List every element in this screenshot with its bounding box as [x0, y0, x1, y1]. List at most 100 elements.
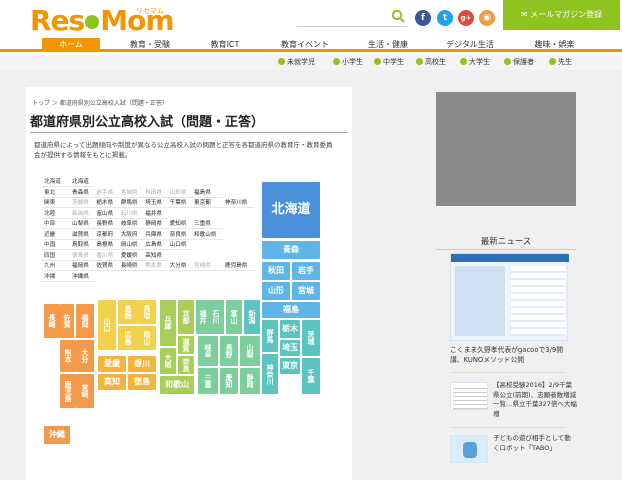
prefecture-link[interactable]: 長崎県 — [118, 260, 144, 271]
prefecture-link[interactable]: 岐阜県 — [118, 218, 144, 229]
prefecture-link[interactable]: 山口県 — [167, 239, 193, 250]
map-okinawa[interactable]: 沖縄 — [44, 426, 70, 444]
news-thumbnail[interactable] — [450, 435, 488, 463]
search-icon[interactable] — [391, 9, 405, 23]
map-toyama[interactable]: 富山 — [226, 300, 242, 334]
map-gifu[interactable]: 岐阜 — [198, 336, 218, 366]
prefecture-link[interactable]: 長野県 — [94, 218, 119, 229]
ad-banner[interactable] — [436, 92, 576, 206]
prefecture-link[interactable]: 富山県 — [94, 207, 119, 219]
map-gunma[interactable]: 群馬 — [262, 320, 278, 352]
prefecture-link[interactable]: 高知県 — [143, 249, 168, 261]
prefecture-link[interactable]: 東京都 — [192, 197, 223, 208]
map-saitama[interactable]: 埼玉 — [280, 340, 300, 356]
prefecture-link[interactable]: 千葉県 — [167, 197, 193, 208]
nav-education-event[interactable]: 教育イベント — [270, 38, 340, 52]
subnav-teachers[interactable]: 先生 — [549, 55, 572, 70]
map-tochigi[interactable]: 栃木 — [280, 320, 300, 338]
prefecture-link[interactable]: 愛媛県 — [118, 249, 144, 261]
news-item-title[interactable]: 【高校受験2016】2/9千葉県公立(前期)、志願者数増減一覧…県立千葉327倍… — [493, 381, 578, 419]
map-yamagata[interactable]: 山形 — [262, 282, 290, 300]
map-oita[interactable]: 大分 — [76, 340, 94, 372]
map-akita[interactable]: 秋田 — [262, 262, 290, 280]
prefecture-link[interactable]: 埼玉県 — [143, 197, 168, 208]
map-kagoshima[interactable]: 鹿児島 — [60, 374, 76, 408]
prefecture-link[interactable]: 群馬県 — [118, 197, 144, 208]
map-shiga[interactable]: 滋賀 — [178, 336, 194, 354]
subnav-parents[interactable]: 保護者 — [504, 55, 534, 70]
subnav-preschool[interactable]: 未就学児 — [278, 55, 315, 70]
map-kyoto[interactable]: 京都 — [178, 300, 194, 334]
news-thumbnail[interactable] — [450, 382, 488, 410]
prefecture-link[interactable]: 山梨県 — [70, 218, 95, 229]
map-miyazaki[interactable]: 宮崎 — [76, 374, 94, 408]
twitter-icon[interactable]: t — [437, 10, 453, 26]
map-ehime[interactable]: 愛媛 — [98, 356, 126, 372]
map-nagano[interactable]: 長野 — [220, 336, 238, 366]
map-fukui[interactable]: 福井 — [196, 300, 210, 334]
map-hyogo[interactable]: 兵庫 — [160, 300, 176, 346]
nav-hobby[interactable]: 趣味・娯楽 — [522, 38, 587, 52]
nav-education-ict[interactable]: 教育ICT — [195, 38, 255, 52]
map-saga[interactable]: 佐賀 — [60, 304, 74, 338]
facebook-icon[interactable]: f — [415, 10, 431, 26]
prefecture-link[interactable]: 京都府 — [94, 228, 119, 240]
nav-education[interactable]: 教育・受験 — [115, 38, 185, 52]
prefecture-link[interactable]: 福井県 — [143, 207, 168, 219]
nav-home[interactable]: ホーム — [42, 38, 100, 52]
prefecture-link[interactable]: 佐賀県 — [94, 260, 119, 271]
prefecture-link[interactable]: 鳥取県 — [70, 239, 95, 250]
map-niigata[interactable]: 新潟 — [244, 300, 260, 334]
prefecture-link[interactable]: 奈良県 — [167, 228, 193, 240]
news-thumbnail[interactable] — [450, 253, 569, 341]
map-tokushima[interactable]: 徳島 — [128, 374, 156, 390]
map-ishikawa[interactable]: 石川 — [208, 300, 224, 334]
prefecture-link[interactable]: 大阪府 — [118, 228, 144, 240]
subnav-high-school[interactable]: 高校生 — [416, 55, 446, 70]
map-miyagi[interactable]: 宮城 — [292, 282, 320, 300]
breadcrumb[interactable]: トップ ＞ 都道府県別公立高校入試（問題・正答） — [32, 98, 168, 107]
prefecture-link[interactable]: 滋賀県 — [70, 228, 95, 240]
google-plus-icon[interactable]: g+ — [458, 10, 474, 26]
map-yamanashi[interactable]: 山梨 — [240, 336, 260, 366]
map-mie[interactable]: 三重 — [198, 368, 218, 394]
map-hokkaido[interactable]: 北海道 — [262, 182, 320, 238]
prefecture-link[interactable]: 愛知県 — [167, 218, 193, 229]
map-tottori[interactable]: 鳥取 — [138, 300, 156, 324]
map-wakayama[interactable]: 和歌山 — [160, 376, 194, 394]
prefecture-link[interactable]: 和歌山県 — [192, 228, 223, 240]
map-nagasaki[interactable]: 長崎 — [44, 304, 60, 338]
map-aichi[interactable]: 愛知 — [220, 368, 238, 394]
map-fukuoka[interactable]: 福岡 — [76, 304, 94, 338]
prefecture-link[interactable]: 福岡県 — [70, 260, 95, 271]
map-shizuoka[interactable]: 静岡 — [240, 368, 260, 394]
subnav-university[interactable]: 大学生 — [460, 55, 490, 70]
map-iwate[interactable]: 岩手 — [292, 262, 320, 280]
news-item-title[interactable]: こくまま久野孝代表がgacooで3/9開講、KUNOメソッド公開 — [450, 345, 575, 365]
subnav-elementary[interactable]: 小学生 — [333, 55, 363, 70]
map-kagawa[interactable]: 香川 — [128, 356, 156, 372]
map-osaka[interactable]: 大阪 — [160, 348, 176, 374]
prefecture-link[interactable]: 福島県 — [192, 186, 223, 198]
map-fukushima[interactable]: 福島 — [262, 302, 320, 318]
rss-icon[interactable]: ◉ — [479, 10, 495, 26]
map-tokyo[interactable]: 東京 — [280, 358, 300, 374]
prefecture-link[interactable]: 島根県 — [94, 239, 119, 250]
prefecture-link[interactable]: 青森県 — [70, 186, 95, 198]
nav-digital-life[interactable]: デジタル生活 — [435, 38, 505, 52]
map-kanagawa[interactable]: 神奈川 — [262, 354, 278, 394]
map-yamaguchi[interactable]: 山口 — [98, 300, 116, 350]
map-nara[interactable]: 奈良 — [178, 356, 194, 374]
map-kochi[interactable]: 高知 — [98, 374, 126, 390]
map-aomori[interactable]: 青森 — [262, 241, 320, 259]
newsletter-button[interactable]: ✉ メールマガジン登録 — [503, 0, 620, 30]
map-ibaraki[interactable]: 茨城 — [302, 320, 320, 356]
prefecture-link[interactable]: 岡山県 — [118, 239, 144, 250]
map-hiroshima[interactable]: 広島 — [118, 326, 138, 350]
subnav-junior-high[interactable]: 中学生 — [374, 55, 404, 70]
prefecture-link[interactable]: 鹿児島県 — [223, 260, 254, 271]
prefecture-link[interactable]: 北海道 — [70, 176, 95, 187]
news-item-title[interactable]: 子どもの遊び相手として動くロボット「TABO」 — [493, 434, 575, 453]
prefecture-link[interactable]: 沖縄県 — [70, 270, 95, 282]
prefecture-link[interactable]: 三重県 — [192, 218, 223, 229]
